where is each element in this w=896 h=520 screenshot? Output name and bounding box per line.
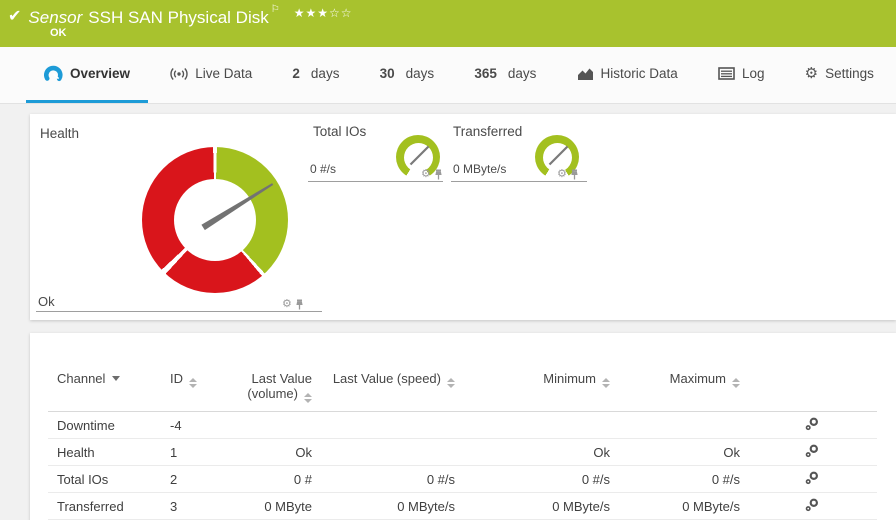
sort-icon xyxy=(304,393,312,403)
overview-gauges-panel: Health Ok ⚙ Total IOs 0 #/s ⚙ Transferre… xyxy=(30,114,896,320)
health-gauge-value: Ok xyxy=(38,294,55,309)
column-header-last-value-volume[interactable]: Last Value (volume) xyxy=(230,333,312,412)
tab-log[interactable]: Log xyxy=(700,47,783,103)
object-kind-label: Sensor xyxy=(28,8,83,27)
column-header-maximum[interactable]: Maximum xyxy=(610,333,740,412)
log-icon xyxy=(718,67,735,80)
total-ios-gauge xyxy=(396,135,440,179)
transferred-gauge xyxy=(535,135,579,179)
tab-overview[interactable]: Overview xyxy=(26,47,149,103)
health-gauge-needle xyxy=(201,183,274,231)
transferred-gauge-needle xyxy=(548,145,569,166)
table-row-health[interactable]: Health 1 Ok Ok Ok xyxy=(48,438,877,466)
sort-icon xyxy=(447,378,455,388)
column-header-id[interactable]: ID xyxy=(170,333,230,412)
sensor-title: SSH SAN Physical Disk xyxy=(88,8,269,27)
sort-icon xyxy=(602,378,610,388)
column-header-minimum[interactable]: Minimum xyxy=(455,333,610,412)
channel-settings-gears-icon[interactable] xyxy=(805,417,819,431)
health-gauge-title: Health xyxy=(40,126,80,141)
column-header-last-value-speed[interactable]: Last Value (speed) xyxy=(312,333,455,412)
priority-stars[interactable]: ★★★☆☆ xyxy=(294,5,353,21)
tab-365-days[interactable]: 365 days xyxy=(456,47,554,103)
area-chart-icon xyxy=(577,68,593,80)
gauge-icon xyxy=(44,65,63,82)
tab-30-days[interactable]: 30 days xyxy=(362,47,453,103)
tab-settings[interactable]: ⚙ Settings xyxy=(787,47,892,103)
sensor-status-header: ✔ Sensor SSH SAN Physical Disk ⚐ ★★★☆☆ O… xyxy=(0,0,896,47)
table-row-downtime[interactable]: Downtime -4 xyxy=(48,411,877,439)
table-row-total-ios[interactable]: Total IOs 2 0 # 0 #/s 0 #/s 0 #/s xyxy=(48,465,877,493)
tab-bar: Overview Live Data 2 days 30 days 365 days … xyxy=(0,47,896,104)
channels-table-panel: Channel ID Last Value (volume) Last Valu… xyxy=(30,333,896,520)
total-ios-tile-rule xyxy=(308,181,443,182)
tab-historic-data[interactable]: Historic Data xyxy=(559,47,696,103)
sort-icon xyxy=(189,378,197,388)
total-ios-gauge-value: 0 #/s xyxy=(310,162,337,176)
total-ios-gauge-needle xyxy=(409,145,430,166)
transferred-gauge-value: 0 MByte/s xyxy=(453,162,507,176)
total-ios-gauge-title: Total IOs xyxy=(313,124,367,139)
flag-icon[interactable]: ⚐ xyxy=(271,4,280,15)
table-row-transferred[interactable]: Transferred 3 0 MByte 0 MByte/s 0 MByte/… xyxy=(48,492,877,520)
transferred-tile-rule xyxy=(451,181,587,182)
health-tile-rule xyxy=(36,311,322,312)
gear-icon: ⚙ xyxy=(804,65,819,82)
tab-2-days[interactable]: 2 days xyxy=(274,47,357,103)
sort-icon xyxy=(732,378,740,388)
status-badge: OK xyxy=(50,27,67,39)
transferred-gauge-title: Transferred xyxy=(453,124,523,139)
sort-desc-icon xyxy=(112,376,121,381)
column-header-channel[interactable]: Channel xyxy=(48,333,170,412)
channels-table: Channel ID Last Value (volume) Last Valu… xyxy=(48,333,877,520)
channel-settings-gears-icon[interactable] xyxy=(805,444,819,458)
status-check-icon: ✔ xyxy=(8,8,22,25)
tab-live-data[interactable]: Live Data xyxy=(152,47,270,103)
live-data-icon xyxy=(170,67,188,80)
gauge-settings-gear-icon[interactable]: ⚙ xyxy=(282,299,292,310)
channel-settings-gears-icon[interactable] xyxy=(805,498,819,512)
pin-icon[interactable] xyxy=(295,299,304,310)
channel-settings-gears-icon[interactable] xyxy=(805,471,819,485)
